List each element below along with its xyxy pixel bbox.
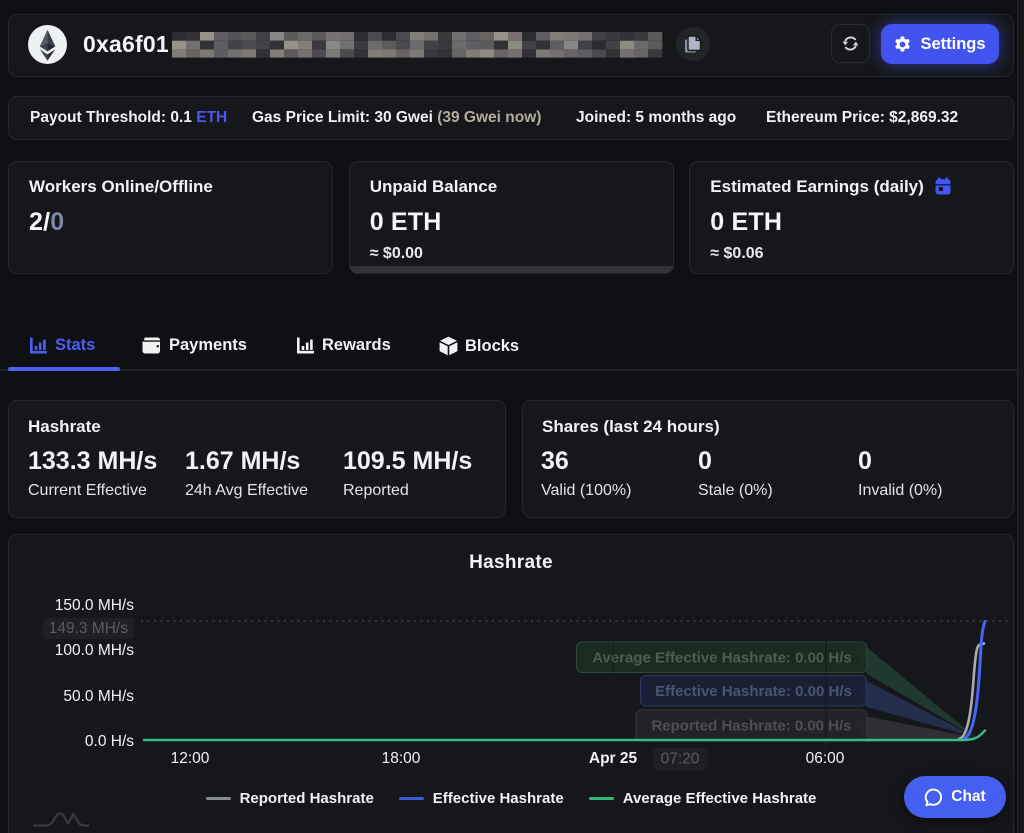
svg-text:Average Effective Hashrate: 0.: Average Effective Hashrate: 0.00 H/s <box>592 650 852 667</box>
svg-text:Reported Hashrate: 0.00 H/s: Reported Hashrate: 0.00 H/s <box>651 718 851 735</box>
svg-text:Effective Hashrate: 0.00 H/s: Effective Hashrate: 0.00 H/s <box>655 683 852 700</box>
